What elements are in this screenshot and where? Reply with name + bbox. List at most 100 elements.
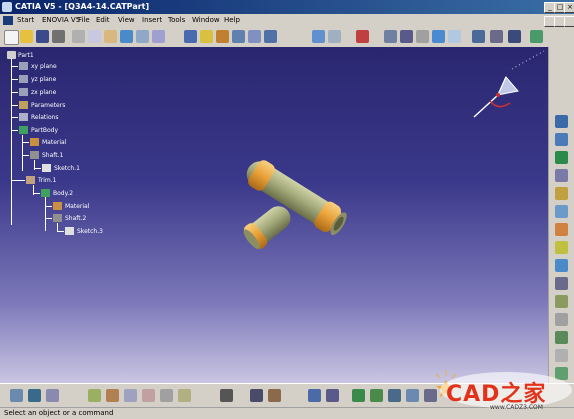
transform-icon[interactable] (106, 389, 119, 402)
tree-item-material-2[interactable]: Material (65, 203, 89, 210)
cut-icon[interactable] (72, 30, 85, 43)
angle-icon[interactable] (416, 30, 429, 43)
measure-bottom-icon[interactable] (268, 389, 281, 402)
tree-item-sketch-3[interactable]: Sketch.3 (77, 228, 103, 235)
design-table-icon[interactable] (250, 389, 263, 402)
plane-icon[interactable] (19, 75, 28, 83)
zoom-icon[interactable] (370, 389, 383, 402)
snap-icon[interactable] (490, 30, 503, 43)
boolean-icon[interactable] (88, 389, 101, 402)
close-button[interactable]: × (564, 2, 574, 13)
view-swap-icon[interactable] (248, 30, 261, 43)
pattern-bottom-icon[interactable] (124, 389, 137, 402)
print-icon[interactable] (52, 30, 65, 43)
fly-icon[interactable] (308, 389, 321, 402)
material-node-icon[interactable] (53, 202, 62, 210)
shaft-tool-icon[interactable] (555, 151, 568, 164)
tree-item-shaft-2[interactable]: Shaft.2 (65, 215, 86, 222)
view-hide-icon[interactable] (232, 30, 245, 43)
mirror-icon[interactable] (555, 313, 568, 326)
copy-icon[interactable] (88, 30, 101, 43)
grid-icon[interactable] (472, 30, 485, 43)
catia-app-icon[interactable] (2, 2, 12, 12)
menu-enovia[interactable]: ENOVIA V5 (42, 14, 80, 27)
pad-icon[interactable] (555, 115, 568, 128)
sketcher-icon[interactable] (312, 30, 325, 43)
relations-icon[interactable] (19, 113, 28, 121)
paste-icon[interactable] (104, 30, 117, 43)
sketch-icon[interactable] (65, 227, 74, 235)
view-iso-icon[interactable] (200, 30, 213, 43)
tree-item-sketch-1[interactable]: Sketch.1 (54, 165, 80, 172)
law-icon[interactable] (220, 389, 233, 402)
formula-icon[interactable] (142, 389, 155, 402)
fit-all-icon[interactable] (388, 389, 401, 402)
tree-item-yz-plane[interactable]: yz plane (31, 76, 56, 83)
material-node-icon[interactable] (30, 138, 39, 146)
normal-view-icon[interactable] (406, 389, 419, 402)
rib-icon[interactable] (555, 205, 568, 218)
redo-icon[interactable] (136, 30, 149, 43)
save-icon[interactable] (36, 30, 49, 43)
slot-icon[interactable] (555, 223, 568, 236)
groove-icon[interactable] (555, 169, 568, 182)
grid-display-icon[interactable] (508, 30, 521, 43)
parameter-icon[interactable] (178, 389, 191, 402)
new-icon[interactable] (4, 30, 19, 45)
menu-file[interactable]: File (78, 14, 90, 27)
axis-icon[interactable] (400, 30, 413, 43)
catalog-icon[interactable] (448, 30, 461, 43)
plane-icon[interactable] (19, 88, 28, 96)
view-shading-icon[interactable] (216, 30, 229, 43)
tree-item-xy-plane[interactable]: xy plane (31, 63, 57, 70)
shaft-icon[interactable] (53, 214, 62, 222)
constraint-icon[interactable] (28, 389, 41, 402)
tree-item-partbody[interactable]: PartBody (31, 127, 58, 134)
tree-item-body-2[interactable]: Body.2 (53, 190, 73, 197)
tree-item-shaft-1[interactable]: Shaft.1 (42, 152, 63, 159)
chamfer-icon[interactable] (555, 259, 568, 272)
compass-toggle-icon[interactable] (530, 30, 543, 43)
body-icon[interactable] (41, 189, 50, 197)
pan-icon[interactable] (352, 389, 365, 402)
pocket-icon[interactable] (555, 133, 568, 146)
menu-help[interactable]: Help (224, 14, 240, 27)
menu-insert[interactable]: Insert (142, 14, 162, 27)
compass-widget[interactable] (470, 71, 526, 121)
material-icon[interactable] (432, 30, 445, 43)
tree-item-relations[interactable]: Relations (31, 114, 59, 121)
menu-view[interactable]: View (118, 14, 135, 27)
tree-item-zx-plane[interactable]: zx plane (31, 89, 56, 96)
tree-item-parameters[interactable]: Parameters (31, 102, 65, 109)
3d-part-model[interactable] (228, 139, 360, 255)
part-icon[interactable] (7, 51, 16, 59)
dress-icon[interactable] (46, 389, 59, 402)
shell-icon[interactable] (555, 295, 568, 308)
shaft-icon[interactable] (30, 151, 39, 159)
3d-viewport[interactable]: Part1 xy plane yz plane zx plane Paramet… (0, 47, 548, 383)
measure-icon[interactable] (384, 30, 397, 43)
parameters-icon[interactable] (19, 101, 28, 109)
whats-this-icon[interactable] (152, 30, 165, 43)
draft-icon[interactable] (555, 277, 568, 290)
menu-edit[interactable]: Edit (96, 14, 110, 27)
doc-close-button[interactable] (564, 16, 574, 27)
tree-item-trim-1[interactable]: Trim.1 (38, 177, 57, 184)
view-cube-icon[interactable] (184, 30, 197, 43)
fillet-icon[interactable] (555, 241, 568, 254)
rotate-bottom-icon[interactable] (326, 389, 339, 402)
pattern-icon[interactable] (555, 331, 568, 344)
sketch-icon[interactable] (42, 164, 51, 172)
tree-item-part1[interactable]: Part1 (18, 52, 34, 59)
trim-icon[interactable] (26, 176, 35, 184)
open-icon[interactable] (20, 30, 33, 43)
menu-start[interactable]: Start (17, 14, 34, 27)
view-normal-icon[interactable] (264, 30, 277, 43)
hole-icon[interactable] (555, 187, 568, 200)
menu-window[interactable]: Window (192, 14, 220, 27)
start-menu-icon[interactable] (3, 16, 13, 25)
undo-icon[interactable] (120, 30, 133, 43)
plane-icon[interactable] (19, 62, 28, 70)
split-icon[interactable] (555, 349, 568, 362)
table-icon[interactable] (160, 389, 173, 402)
